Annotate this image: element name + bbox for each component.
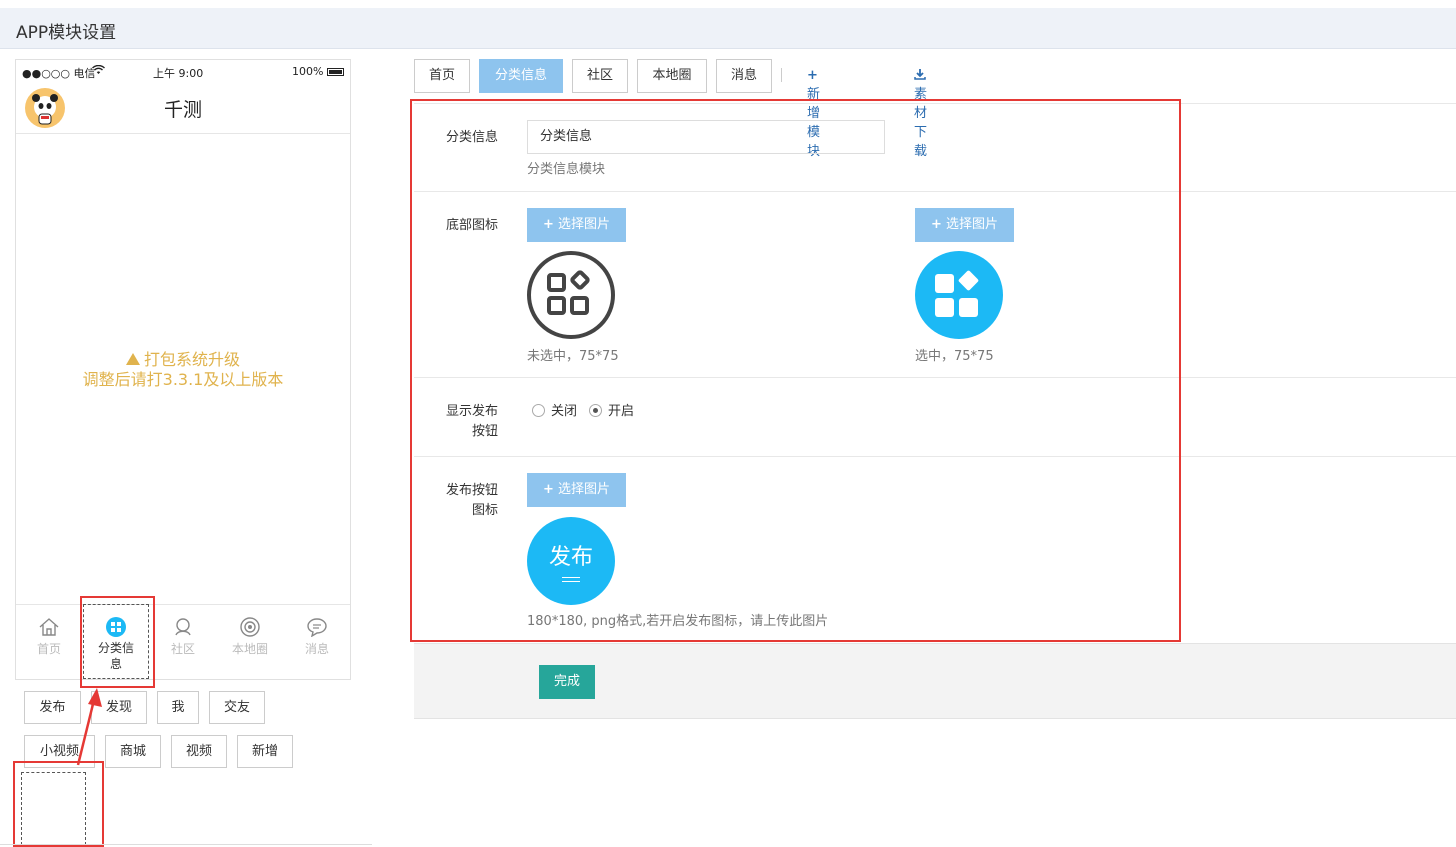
phone-tab-message[interactable]: 消息 bbox=[284, 617, 350, 657]
module-tab-home[interactable]: 首页 bbox=[414, 59, 470, 93]
arrow-annotation bbox=[76, 688, 102, 766]
publish-icon-label: 发布按钮 图标 bbox=[445, 483, 498, 518]
divider bbox=[781, 68, 782, 82]
module-chip[interactable]: 视频 bbox=[171, 735, 227, 768]
community-icon bbox=[175, 618, 191, 636]
icon-label: 底部图标 bbox=[445, 218, 498, 233]
home-icon bbox=[39, 618, 59, 636]
form-row-icon: 底部图标 + 选择图片 未选中，75*75 + 选择图片 选中，75*75 bbox=[414, 191, 1456, 377]
local-circle-icon bbox=[240, 617, 260, 637]
tab-label: 消息 bbox=[304, 642, 329, 656]
selected-icon-preview bbox=[915, 251, 1003, 339]
page-title: APP模块设置 bbox=[16, 23, 117, 43]
plus-icon: + bbox=[807, 68, 818, 83]
notice-line-1: 打包系统升级 bbox=[143, 350, 240, 369]
module-chip[interactable]: 我 bbox=[157, 691, 199, 724]
form-row-publish: 显示发布 按钮 关闭 开启 bbox=[414, 377, 1456, 457]
pick-selected-icon-button[interactable]: + 选择图片 bbox=[915, 208, 1014, 242]
decor-line bbox=[562, 577, 580, 578]
tab-label: 社区 bbox=[170, 642, 195, 656]
warning-icon bbox=[125, 353, 140, 365]
unselected-icon-preview bbox=[527, 251, 615, 339]
category-outline-icon bbox=[547, 270, 590, 315]
category-filled-icon bbox=[935, 270, 979, 317]
upgrade-notice: 打包系统升级 调整后请打3.3.1及以上版本 bbox=[16, 350, 350, 390]
selected-hint: 选中，75*75 bbox=[915, 349, 994, 364]
phone-preview: ●●○○○ 电信 上午 9:00 100% 千测 打包系统升级 调整后请打3.3… bbox=[15, 59, 351, 680]
module-tab-community[interactable]: 社区 bbox=[572, 59, 628, 93]
message-icon bbox=[307, 618, 327, 637]
battery-indicator: 100% bbox=[292, 65, 344, 78]
phone-tab-community[interactable]: 社区 bbox=[150, 617, 216, 657]
wifi-icon bbox=[92, 64, 105, 78]
phone-tab-local[interactable]: 本地圈 bbox=[217, 617, 283, 657]
module-name-input[interactable]: 分类信息 bbox=[527, 120, 885, 154]
tab-label: 首页 bbox=[36, 642, 61, 656]
name-hint: 分类信息模块 bbox=[527, 162, 606, 177]
module-chip[interactable]: 商城 bbox=[105, 735, 161, 768]
divider bbox=[0, 844, 372, 845]
form-row-name: 分类信息 分类信息 分类信息模块 bbox=[414, 103, 1456, 191]
form-footer: 完成 bbox=[414, 643, 1456, 719]
pick-unselected-icon-button[interactable]: + 选择图片 bbox=[527, 208, 626, 242]
phone-app-title: 千测 bbox=[163, 99, 202, 121]
publish-off-radio[interactable]: 关闭 bbox=[532, 400, 577, 419]
name-label: 分类信息 bbox=[445, 130, 498, 145]
phone-tab-bar: 首页 分类信息 社区 本地圈 消息 bbox=[16, 604, 350, 679]
module-tab-message[interactable]: 消息 bbox=[716, 59, 772, 93]
download-icon bbox=[914, 68, 926, 83]
tab-label: 本地圈 bbox=[231, 642, 268, 656]
battery-label: 100% bbox=[292, 65, 324, 78]
carrier-label: ●●○○○ 电信 bbox=[22, 67, 96, 80]
module-chip[interactable]: 新增 bbox=[237, 735, 293, 768]
form-row-publish-icon: 发布按钮 图标 + 选择图片 发布 180*180, png格式,若开启发布图标，… bbox=[414, 456, 1456, 643]
module-chip[interactable]: 交友 bbox=[209, 691, 265, 724]
publish-label: 显示发布 按钮 bbox=[445, 404, 498, 439]
pick-publish-icon-button[interactable]: + 选择图片 bbox=[527, 473, 626, 507]
decor-line bbox=[562, 581, 580, 582]
status-bar: ●●○○○ 电信 上午 9:00 100% bbox=[16, 60, 350, 82]
module-tab-local[interactable]: 本地圈 bbox=[637, 59, 707, 93]
clock-label: 上午 9:00 bbox=[153, 67, 204, 80]
publish-on-radio[interactable]: 开启 bbox=[589, 400, 634, 419]
done-button[interactable]: 完成 bbox=[539, 665, 595, 699]
publish-icon-preview: 发布 bbox=[527, 517, 615, 605]
battery-icon bbox=[327, 68, 344, 76]
phone-tab-home[interactable]: 首页 bbox=[16, 617, 82, 657]
publish-icon-hint: 180*180, png格式,若开启发布图标，请上传此图片 bbox=[527, 614, 829, 629]
drop-placeholder bbox=[21, 772, 86, 845]
phone-header: 千测 bbox=[16, 82, 350, 134]
plus-icon: + bbox=[542, 482, 554, 497]
unselected-hint: 未选中，75*75 bbox=[527, 349, 619, 364]
publish-icon-text: 发布 bbox=[548, 545, 593, 570]
notice-line-2: 调整后请打3.3.1及以上版本 bbox=[82, 370, 284, 389]
plus-icon: + bbox=[542, 217, 554, 232]
plus-icon: + bbox=[930, 217, 942, 232]
module-tab-category[interactable]: 分类信息 bbox=[479, 59, 563, 93]
selected-tab-outline bbox=[83, 604, 149, 679]
title-bar: APP模块设置 bbox=[0, 8, 1456, 49]
